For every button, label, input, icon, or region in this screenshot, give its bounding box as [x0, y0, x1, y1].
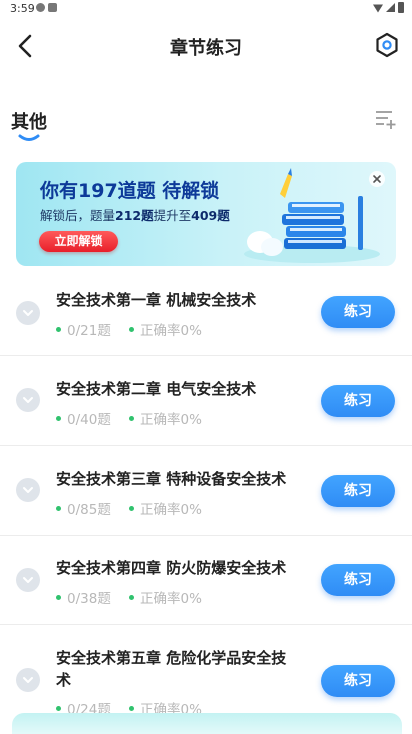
practice-button[interactable]: 练习 — [321, 665, 395, 697]
accuracy-stat: 正确率0% — [129, 408, 202, 428]
chapter-row[interactable]: 安全技术第三章 特种设备安全技术 0/85题 正确率0% 练习 — [0, 445, 412, 536]
progress-text: 0/38题 — [67, 591, 111, 607]
status-dot — [56, 505, 61, 511]
promo-sub-prefix: 解锁后，题量 — [40, 208, 116, 223]
expand-toggle[interactable] — [16, 388, 40, 412]
status-dot — [56, 594, 61, 600]
chevron-down-icon — [23, 487, 33, 493]
accuracy-text: 正确率0% — [140, 502, 202, 518]
practice-button[interactable]: 练习 — [321, 385, 395, 417]
status-dot — [56, 415, 61, 421]
progress-stat: 0/21题 — [56, 319, 111, 339]
header: 章节练习 — [0, 22, 412, 70]
status-dot — [129, 705, 134, 711]
chevron-down-icon — [23, 397, 33, 403]
accuracy-stat: 正确率0% — [129, 587, 202, 607]
chevron-down-icon — [23, 577, 33, 583]
expand-toggle[interactable] — [16, 478, 40, 502]
expand-toggle[interactable] — [16, 568, 40, 592]
progress-text: 0/21题 — [67, 323, 111, 339]
progress-stat: 0/38题 — [56, 587, 111, 607]
battery-icon — [398, 2, 404, 13]
status-dot — [129, 415, 134, 421]
hexagon-settings-icon — [376, 32, 398, 58]
chapter-title: 安全技术第二章 电气安全技术 — [56, 380, 257, 398]
list-menu-button[interactable] — [374, 108, 396, 130]
page-title: 章节练习 — [170, 38, 242, 59]
promo-close-button[interactable] — [369, 171, 385, 187]
promo-sub-mid: 提升至 — [153, 208, 192, 223]
practice-button[interactable]: 练习 — [321, 296, 395, 328]
progress-text: 0/40题 — [67, 412, 111, 428]
unlock-now-button[interactable]: 立即解锁 — [39, 231, 118, 252]
status-time: 3:59 — [10, 2, 35, 15]
tab-active-indicator — [18, 134, 40, 141]
promo-sub-from: 212题 — [115, 208, 154, 223]
chapter-title: 安全技术第三章 特种设备安全技术 — [56, 470, 287, 488]
status-dot — [129, 594, 134, 600]
accuracy-stat: 正确率0% — [129, 498, 202, 518]
expand-toggle[interactable] — [16, 668, 40, 692]
promo-sub-to: 409题 — [191, 208, 230, 223]
chevron-down-icon — [23, 310, 33, 316]
accuracy-stat: 正确率0% — [129, 319, 202, 339]
settings-button[interactable] — [372, 30, 402, 60]
practice-button[interactable]: 练习 — [321, 475, 395, 507]
notification-app-icon — [48, 3, 57, 12]
notification-icons — [36, 3, 57, 12]
chapter-row[interactable]: 安全技术第一章 机械安全技术 0/21题 正确率0% 练习 — [0, 280, 412, 356]
status-dot — [56, 326, 61, 332]
tab-row: 其他 — [0, 104, 412, 144]
chapter-title: 安全技术第一章 机械安全技术 — [56, 291, 257, 309]
chapter-title: 安全技术第五章 危险化学品安全技术 — [56, 649, 287, 689]
close-icon — [373, 175, 381, 183]
progress-stat: 0/85题 — [56, 498, 111, 518]
accuracy-text: 正确率0% — [140, 323, 202, 339]
status-dot — [129, 505, 134, 511]
bottom-sheet-edge — [12, 713, 402, 734]
progress-stat: 0/40题 — [56, 408, 111, 428]
progress-text: 0/85题 — [67, 502, 111, 518]
chapter-row[interactable]: 安全技术第四章 防火防爆安全技术 0/38题 正确率0% 练习 — [0, 535, 412, 625]
tab-other[interactable]: 其他 — [11, 108, 47, 134]
list-menu-icon — [376, 111, 396, 129]
practice-button[interactable]: 练习 — [321, 564, 395, 596]
notification-dot-icon — [36, 3, 45, 12]
signal-icon — [386, 3, 395, 12]
status-dot — [56, 705, 61, 711]
expand-toggle[interactable] — [16, 301, 40, 325]
promo-title: 你有197道题 待解锁 — [40, 180, 220, 202]
wifi-icon — [373, 4, 383, 13]
chevron-down-icon — [23, 677, 33, 683]
accuracy-text: 正确率0% — [140, 412, 202, 428]
promo-subtitle: 解锁后，题量212题提升至409题 — [40, 205, 230, 224]
books-illustration — [244, 168, 380, 263]
chapter-row[interactable]: 安全技术第二章 电气安全技术 0/40题 正确率0% 练习 — [0, 355, 412, 446]
status-bar: 3:59 — [0, 0, 412, 18]
unlock-promo-banner[interactable]: 你有197道题 待解锁 解锁后，题量212题提升至409题 立即解锁 — [16, 162, 396, 266]
system-icons — [373, 2, 404, 13]
accuracy-text: 正确率0% — [140, 591, 202, 607]
status-dot — [129, 326, 134, 332]
chapter-title: 安全技术第四章 防火防爆安全技术 — [56, 559, 287, 577]
